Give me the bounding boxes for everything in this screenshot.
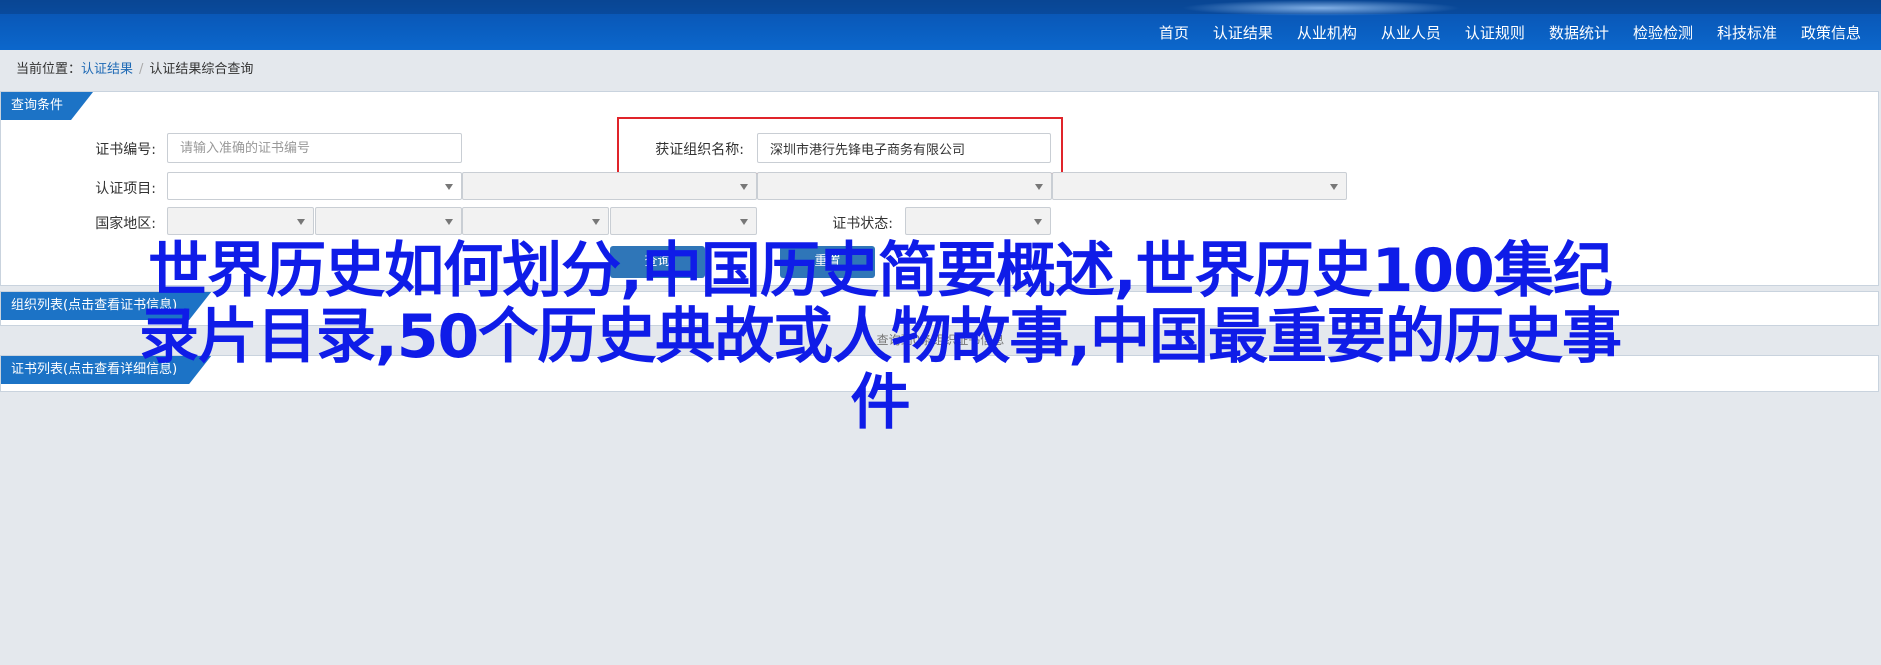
query-panel-header: 查询条件	[1, 92, 1878, 120]
chevron-down-icon	[445, 219, 453, 225]
nav-item-agencies[interactable]: 从业机构	[1285, 22, 1369, 43]
cert-project-label: 认证项目:	[95, 181, 156, 197]
highlight-box	[617, 117, 1063, 175]
nav-item-home[interactable]: 首页	[1147, 22, 1201, 43]
region-select-4[interactable]	[610, 207, 757, 235]
chevron-down-icon	[592, 219, 600, 225]
cert-project-select-2[interactable]	[462, 172, 757, 200]
overlay-line-1: 世界历史如何划分,中国历史简要概述,世界历史100集纪	[148, 236, 1613, 306]
breadcrumb-prefix: 当前位置：	[16, 62, 82, 77]
region-label: 国家地区:	[95, 216, 156, 232]
chevron-down-icon	[740, 184, 748, 190]
breadcrumb-current: 认证结果综合查询	[149, 62, 254, 77]
chevron-down-icon	[1330, 184, 1338, 190]
nav-item-personnel[interactable]: 从业人员	[1369, 22, 1453, 43]
main-nav: 首页 认证结果 从业机构 从业人员 认证规则 数据统计 检验检测 科技标准 政策…	[1147, 14, 1881, 50]
cert-project-select-4[interactable]	[1052, 172, 1347, 200]
nav-item-cert-rules[interactable]: 认证规则	[1453, 22, 1537, 43]
breadcrumb-separator: /	[139, 62, 144, 77]
chevron-down-icon	[445, 184, 453, 190]
overlay-line-2: 录片目录,50个历史典故或人物故事,中国最重要的历史事	[138, 302, 1622, 372]
region-select-3[interactable]	[462, 207, 609, 235]
top-nav-bar: 首页 认证结果 从业机构 从业人员 认证规则 数据统计 检验检测 科技标准 政策…	[0, 0, 1881, 50]
cert-status-select[interactable]	[905, 207, 1051, 235]
query-tab: 查询条件	[1, 92, 93, 120]
overlay-headline: 世界历史如何划分,中国历史简要概述,世界历史100集纪 录片目录,50个历史典故…	[30, 238, 1730, 436]
chevron-down-icon	[740, 219, 748, 225]
chevron-down-icon	[1035, 184, 1043, 190]
breadcrumb: 当前位置：认证结果 / 认证结果综合查询	[16, 58, 253, 77]
nav-item-standards[interactable]: 科技标准	[1705, 22, 1789, 43]
header-stripe	[0, 0, 1881, 14]
cert-no-input[interactable]	[167, 133, 462, 163]
cert-no-label: 证书编号:	[95, 142, 156, 158]
region-select-1[interactable]	[167, 207, 314, 235]
chevron-down-icon	[1034, 219, 1042, 225]
nav-item-inspection[interactable]: 检验检测	[1621, 22, 1705, 43]
nav-item-cert-results[interactable]: 认证结果	[1201, 22, 1285, 43]
overlay-line-3: 件	[850, 368, 911, 438]
nav-item-policy[interactable]: 政策信息	[1789, 22, 1873, 43]
cert-project-select-3[interactable]	[757, 172, 1052, 200]
cert-status-label: 证书状态:	[832, 216, 893, 232]
cert-project-select-1[interactable]	[167, 172, 462, 200]
chevron-down-icon	[297, 219, 305, 225]
region-select-2[interactable]	[315, 207, 462, 235]
breadcrumb-link[interactable]: 认证结果	[81, 62, 133, 77]
nav-item-statistics[interactable]: 数据统计	[1537, 22, 1621, 43]
